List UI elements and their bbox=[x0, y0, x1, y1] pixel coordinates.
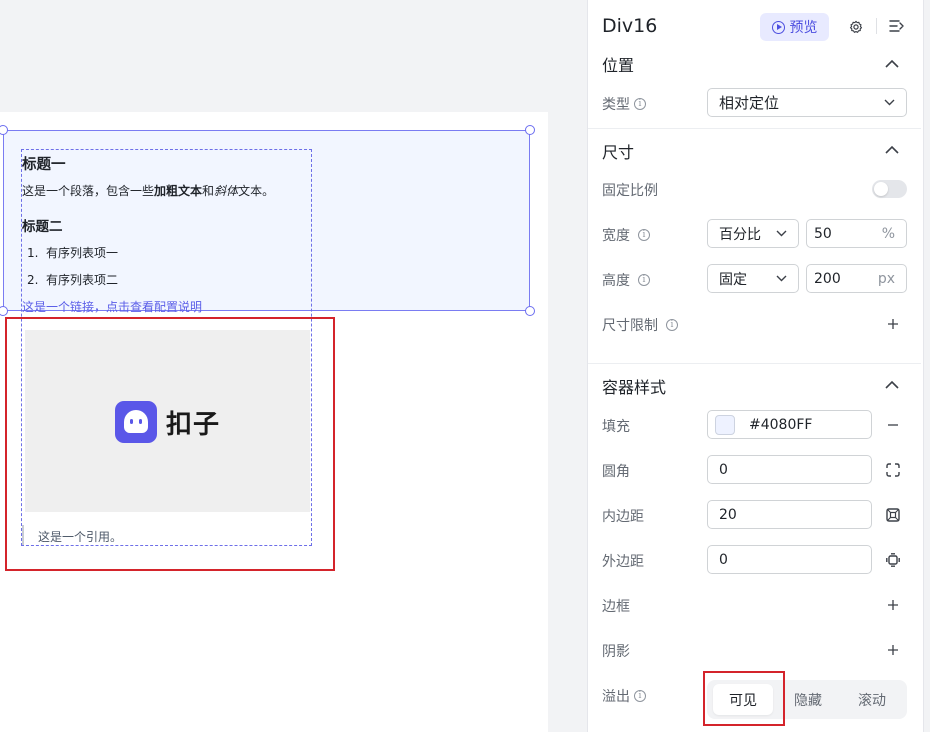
paragraph-text: 和 bbox=[202, 184, 215, 198]
height-label: 高度 i bbox=[602, 270, 650, 290]
width-value: 50 bbox=[814, 225, 832, 242]
position-type-select[interactable]: 相对定位 bbox=[707, 88, 907, 117]
position-type-value: 相对定位 bbox=[719, 94, 780, 112]
panel-scrollbar[interactable] bbox=[923, 0, 930, 732]
add-size-limit-icon[interactable] bbox=[886, 317, 900, 331]
size-limit-label-text: 尺寸限制 bbox=[602, 318, 658, 334]
height-value: 200 bbox=[814, 270, 841, 287]
section-title-position: 位置 bbox=[602, 56, 635, 75]
radius-label: 圆角 bbox=[602, 464, 630, 480]
bold-text: 加粗文本 bbox=[154, 184, 203, 198]
preview-label: 预览 bbox=[789, 20, 818, 36]
border-label: 边框 bbox=[602, 599, 630, 615]
blockquote: 这是一个引用。 bbox=[38, 530, 123, 544]
coze-logo-icon bbox=[115, 401, 157, 443]
paragraph-text: 文本。 bbox=[238, 184, 275, 198]
fixed-ratio-toggle[interactable] bbox=[872, 180, 907, 198]
height-input[interactable]: 200 px bbox=[806, 264, 907, 293]
color-swatch[interactable] bbox=[715, 414, 735, 435]
overflow-segmented-control: 可见 隐藏 滚动 bbox=[707, 680, 907, 719]
margin-sides-icon[interactable] bbox=[886, 553, 900, 567]
overflow-option-scroll[interactable]: 滚动 bbox=[841, 684, 903, 715]
width-label-text: 宽度 bbox=[602, 228, 630, 244]
overflow-label-text: 溢出 bbox=[602, 689, 630, 705]
padding-value: 20 bbox=[719, 506, 737, 523]
chevron-down-icon bbox=[884, 99, 895, 106]
remove-fill-icon[interactable] bbox=[886, 418, 900, 432]
info-icon[interactable]: i bbox=[634, 98, 646, 110]
type-label: 类型 i bbox=[602, 94, 646, 114]
toolbar-divider bbox=[876, 18, 877, 34]
add-border-icon[interactable] bbox=[886, 598, 900, 612]
corner-radius-icon[interactable] bbox=[886, 463, 900, 477]
play-icon bbox=[771, 20, 785, 34]
chevron-up-icon[interactable] bbox=[885, 59, 899, 68]
margin-label: 外边距 bbox=[602, 554, 644, 570]
info-icon[interactable]: i bbox=[634, 690, 646, 702]
height-mode-value: 固定 bbox=[719, 271, 747, 288]
collapse-panel-icon[interactable] bbox=[889, 19, 905, 33]
shadow-label: 阴影 bbox=[602, 644, 630, 660]
height-label-text: 高度 bbox=[602, 273, 630, 289]
padding-sides-icon[interactable] bbox=[886, 508, 900, 522]
fill-color-value: #4080FF bbox=[749, 416, 813, 433]
markdown-paragraph: 这是一个段落，包含一些加粗文本和斜体文本。 bbox=[22, 182, 274, 199]
logo-text: 扣子 bbox=[166, 410, 221, 440]
toggle-knob bbox=[874, 182, 888, 196]
width-mode-select[interactable]: 百分比 bbox=[707, 219, 799, 248]
chevron-down-icon bbox=[776, 275, 787, 282]
section-divider bbox=[588, 128, 921, 129]
chevron-down-icon bbox=[776, 230, 787, 237]
list-item-text: 有序列表项一 bbox=[46, 246, 119, 260]
height-unit: px bbox=[877, 270, 895, 287]
fill-label: 填充 bbox=[602, 419, 630, 435]
list-item: 2. 有序列表项二 bbox=[27, 271, 118, 288]
overflow-label: 溢出 i bbox=[602, 686, 646, 706]
quote-bar bbox=[22, 525, 24, 545]
info-icon[interactable]: i bbox=[638, 274, 650, 286]
margin-value: 0 bbox=[719, 551, 728, 568]
overflow-option-visible[interactable]: 可见 bbox=[713, 684, 773, 715]
height-mode-select[interactable]: 固定 bbox=[707, 264, 799, 293]
size-limit-label: 尺寸限制 i bbox=[602, 315, 678, 335]
section-title-container-style: 容器样式 bbox=[602, 378, 667, 397]
fixed-ratio-label: 固定比例 bbox=[602, 183, 658, 199]
chevron-up-icon[interactable] bbox=[885, 145, 899, 154]
paragraph-text: 这是一个段落，包含一些 bbox=[22, 184, 155, 198]
overflow-option-hidden[interactable]: 隐藏 bbox=[777, 684, 839, 715]
preview-button[interactable]: 预览 bbox=[760, 13, 829, 41]
image-block[interactable]: 扣子 bbox=[25, 330, 310, 512]
info-icon[interactable]: i bbox=[666, 319, 678, 331]
config-doc-link[interactable]: 这是一个链接，点击查看配置说明 bbox=[22, 298, 202, 315]
padding-input[interactable]: 20 bbox=[707, 500, 872, 529]
chevron-up-icon[interactable] bbox=[885, 380, 899, 389]
component-title: Div16 bbox=[602, 15, 658, 37]
italic-text: 斜体 bbox=[214, 184, 239, 198]
width-unit: % bbox=[881, 225, 895, 242]
section-title-size: 尺寸 bbox=[602, 143, 635, 162]
radius-input[interactable]: 0 bbox=[707, 455, 872, 484]
list-item-text: 有序列表项二 bbox=[46, 273, 119, 287]
list-number: 1. bbox=[27, 246, 39, 260]
width-label: 宽度 i bbox=[602, 225, 650, 245]
width-input[interactable]: 50 % bbox=[806, 219, 907, 248]
markdown-heading-2: 标题二 bbox=[22, 219, 63, 235]
gear-icon[interactable] bbox=[849, 20, 863, 34]
list-item: 1. 有序列表项一 bbox=[27, 244, 118, 261]
padding-label: 内边距 bbox=[602, 509, 644, 525]
type-label-text: 类型 bbox=[602, 97, 630, 113]
resize-handle-bottom-right[interactable] bbox=[525, 306, 535, 316]
markdown-heading-1: 标题一 bbox=[22, 157, 66, 173]
resize-handle-top-right[interactable] bbox=[525, 125, 535, 135]
info-icon[interactable]: i bbox=[638, 229, 650, 241]
list-number: 2. bbox=[27, 273, 39, 287]
margin-input[interactable]: 0 bbox=[707, 545, 872, 574]
add-shadow-icon[interactable] bbox=[886, 643, 900, 657]
section-divider bbox=[588, 363, 921, 364]
radius-value: 0 bbox=[719, 461, 728, 478]
width-mode-value: 百分比 bbox=[719, 226, 761, 243]
fill-color-input[interactable]: #4080FF bbox=[707, 410, 872, 439]
